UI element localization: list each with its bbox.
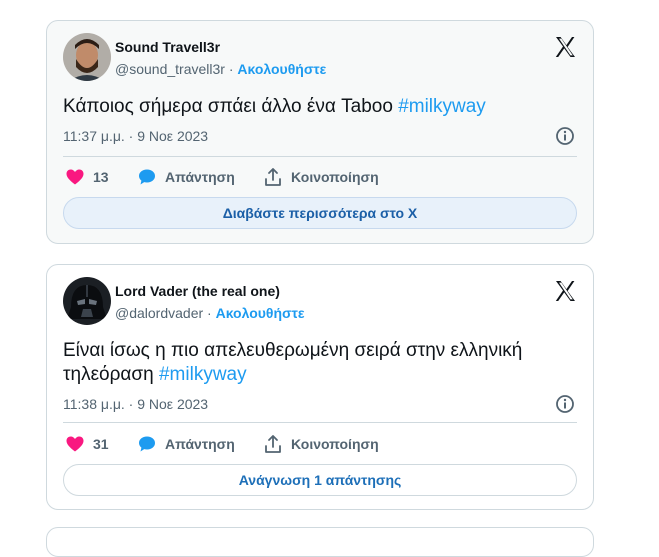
follow-link[interactable]: Ακολουθήστε	[237, 61, 326, 77]
reply-button[interactable]: Απάντηση	[137, 165, 235, 189]
hashtag-link[interactable]: #milkyway	[159, 364, 247, 385]
divider	[63, 156, 577, 157]
handle-row: @sound_travell3r · Ακολουθήστε	[115, 61, 326, 77]
divider	[63, 422, 577, 423]
tweet-card[interactable]: Sound Travell3r @sound_travell3r · Ακολο…	[46, 20, 594, 244]
action-bar: 13 Απάντηση Κοινοποίηση	[65, 165, 577, 189]
author-name[interactable]: Sound Travell3r	[115, 39, 220, 55]
share-button[interactable]: Κοινοποίηση	[263, 432, 379, 456]
heart-icon	[66, 169, 84, 185]
like-count: 31	[93, 436, 109, 452]
follow-link[interactable]: Ακολουθήστε	[216, 305, 305, 321]
action-bar: 31 Απάντηση Κοινοποίηση	[65, 432, 577, 456]
info-icon[interactable]	[555, 126, 575, 146]
tweet-card[interactable]	[46, 527, 594, 557]
hashtag-link[interactable]: #milkyway	[398, 96, 486, 117]
tweet-timestamp[interactable]: 11:38 μ.μ. · 9 Νοε 2023	[63, 396, 208, 412]
tweet-body: Είναι ίσως η πιο απελευθερωμένη σειρά στ…	[63, 340, 523, 385]
tweet-text: Κάποιος σήμερα σπάει άλλο ένα Taboo #mil…	[63, 95, 577, 119]
separator: ·	[228, 61, 234, 77]
x-logo-icon[interactable]	[553, 35, 577, 59]
handle-row: @dalordvader · Ακολουθήστε	[115, 305, 305, 321]
share-icon	[265, 435, 281, 453]
share-icon	[265, 168, 281, 186]
author-handle[interactable]: @dalordvader	[115, 305, 203, 321]
author-handle[interactable]: @sound_travell3r	[115, 61, 225, 77]
read-more-button[interactable]: Διαβάστε περισσότερα στο X	[63, 197, 577, 229]
tweet-body: Κάποιος σήμερα σπάει άλλο ένα Taboo	[63, 96, 399, 117]
tweet-card[interactable]: Lord Vader (the real one) @dalordvader ·…	[46, 264, 594, 510]
share-button[interactable]: Κοινοποίηση	[263, 165, 379, 189]
like-count: 13	[93, 169, 109, 185]
reply-label: Απάντηση	[165, 169, 235, 185]
share-label: Κοινοποίηση	[291, 169, 379, 185]
speech-bubble-icon	[139, 436, 155, 452]
read-replies-button[interactable]: Ανάγνωση 1 απάντησης	[63, 464, 577, 496]
avatar[interactable]	[63, 277, 111, 325]
author-name[interactable]: Lord Vader (the real one)	[115, 283, 280, 299]
separator: ·	[207, 305, 212, 321]
reply-label: Απάντηση	[165, 436, 235, 452]
tweet-timestamp[interactable]: 11:37 μ.μ. · 9 Νοε 2023	[63, 128, 208, 144]
share-label: Κοινοποίηση	[291, 436, 379, 452]
like-button[interactable]: 13	[65, 165, 109, 189]
avatar[interactable]	[63, 33, 111, 81]
x-logo-icon[interactable]	[553, 279, 577, 303]
heart-icon	[66, 436, 84, 452]
like-button[interactable]: 31	[65, 432, 109, 456]
tweet-text: Είναι ίσως η πιο απελευθερωμένη σειρά στ…	[63, 339, 577, 387]
info-icon[interactable]	[555, 394, 575, 414]
reply-button[interactable]: Απάντηση	[137, 432, 235, 456]
speech-bubble-icon	[139, 169, 155, 185]
